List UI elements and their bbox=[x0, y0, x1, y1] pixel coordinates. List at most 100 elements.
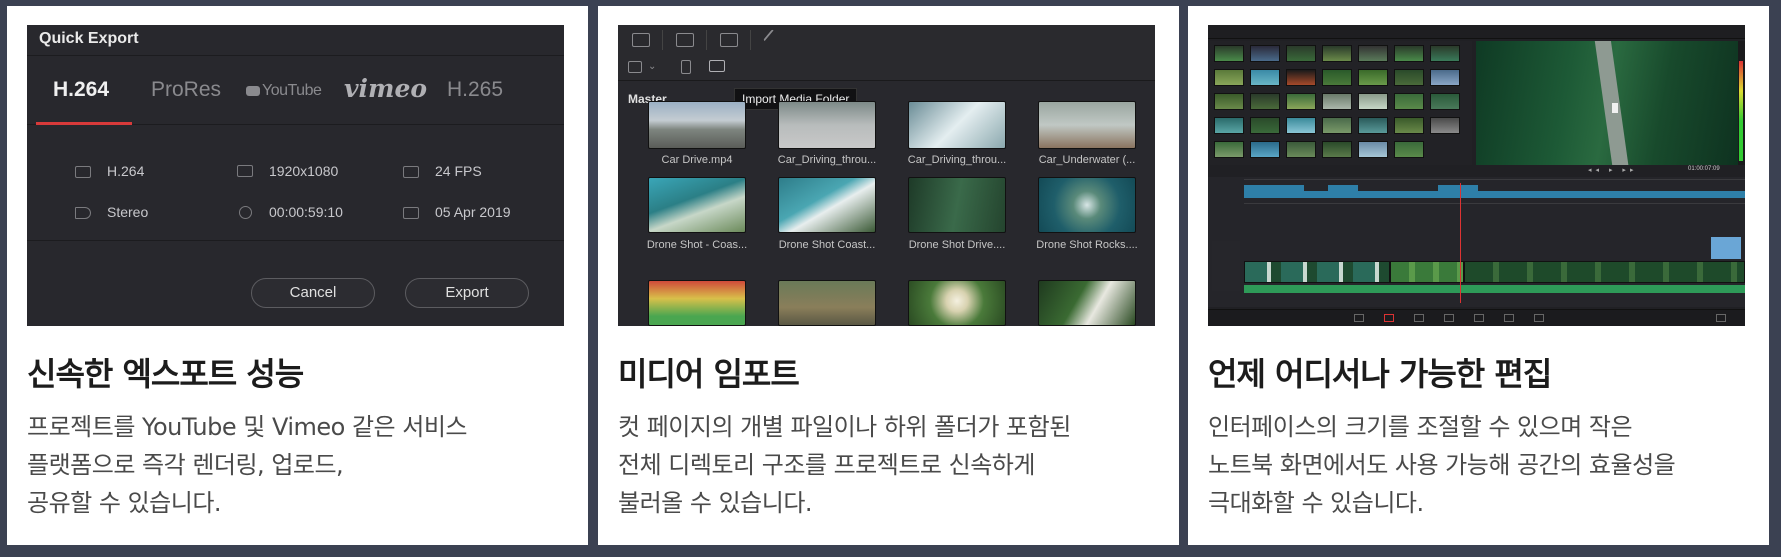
speaker-icon bbox=[75, 207, 91, 219]
clip-thumbnail[interactable] bbox=[1358, 69, 1388, 86]
fusion-page-icon[interactable] bbox=[1444, 314, 1454, 322]
clip-thumbnail[interactable] bbox=[1250, 93, 1280, 110]
transport-controls[interactable]: ◂◂ ▸ ▸▸ bbox=[1588, 166, 1637, 174]
chevron-down-icon[interactable]: ⌄ bbox=[648, 61, 656, 72]
clip-thumbnail[interactable] bbox=[1358, 117, 1388, 134]
clip-thumbnail[interactable] bbox=[908, 280, 1006, 326]
clip-thumbnail[interactable] bbox=[1430, 69, 1460, 86]
tab-vimeo[interactable]: vimeo bbox=[344, 74, 427, 103]
sync-bin-icon[interactable] bbox=[676, 33, 694, 47]
clip-thumbnail[interactable] bbox=[1394, 93, 1424, 110]
card-description: 프로젝트를 YouTube 및 Vimeo 같은 서비스 플랫폼으로 즉각 렌더… bbox=[27, 408, 572, 522]
tab-prores[interactable]: ProRes bbox=[151, 78, 221, 102]
video-clip[interactable] bbox=[1244, 261, 1390, 283]
clip-thumbnail[interactable] bbox=[1394, 117, 1424, 134]
audio-meters bbox=[1738, 41, 1745, 165]
clip-thumbnail[interactable] bbox=[908, 101, 1006, 149]
card-title: 언제 어디서나 가능한 편집 bbox=[1208, 355, 1552, 393]
fairlight-page-icon[interactable] bbox=[1504, 314, 1514, 322]
clip-thumbnail[interactable] bbox=[1214, 93, 1244, 110]
clip-thumbnail[interactable] bbox=[1214, 141, 1244, 158]
desc-line: 공유할 수 있습니다. bbox=[27, 489, 222, 517]
car-in-frame bbox=[1612, 103, 1618, 113]
audio-track[interactable] bbox=[1244, 285, 1745, 293]
audio-meter-bar bbox=[1739, 61, 1743, 161]
clip-thumbnail[interactable] bbox=[1322, 141, 1352, 158]
clip-thumbnail[interactable] bbox=[1322, 93, 1352, 110]
video-clip[interactable] bbox=[1464, 261, 1745, 283]
clip-thumbnail[interactable] bbox=[1038, 177, 1136, 233]
clip-thumbnail[interactable] bbox=[648, 101, 746, 149]
codec-icon bbox=[75, 166, 91, 178]
tab-h265[interactable]: H.265 bbox=[447, 78, 503, 102]
clip-thumbnail[interactable] bbox=[1394, 141, 1424, 158]
edit-page-icon[interactable] bbox=[1414, 314, 1424, 322]
desc-line: 컷 페이지의 개별 파일이나 하위 폴더가 포함된 bbox=[618, 413, 1071, 441]
media-pool-grid bbox=[1210, 41, 1472, 165]
clip-thumbnail[interactable] bbox=[1214, 69, 1244, 86]
media-pool-icon[interactable] bbox=[632, 33, 650, 47]
video-clip[interactable] bbox=[1390, 261, 1464, 283]
cancel-button[interactable]: Cancel bbox=[251, 278, 375, 308]
clip-thumbnail[interactable] bbox=[1358, 141, 1388, 158]
timeline-playhead[interactable] bbox=[1460, 183, 1461, 303]
fps-value: 24 FPS bbox=[435, 163, 482, 179]
clip-thumbnail[interactable] bbox=[1430, 93, 1460, 110]
panel-toggle-icon[interactable] bbox=[628, 61, 642, 73]
clip-thumbnail[interactable] bbox=[1358, 45, 1388, 62]
video-viewer[interactable] bbox=[1476, 41, 1738, 165]
clip-thumbnail[interactable] bbox=[1430, 45, 1460, 62]
titles-icon[interactable] bbox=[720, 33, 738, 47]
clip-thumbnail[interactable] bbox=[778, 280, 876, 326]
timeline-track[interactable] bbox=[1244, 191, 1745, 198]
quick-export-screenshot: Quick Export H.264 ProRes YouTube vimeo … bbox=[27, 25, 564, 326]
media-page-icon[interactable] bbox=[1354, 314, 1364, 322]
effects-wand-icon[interactable] bbox=[763, 29, 783, 49]
import-folder-icon[interactable] bbox=[709, 60, 725, 72]
clip-thumbnail[interactable] bbox=[1430, 117, 1460, 134]
clip-thumbnail[interactable] bbox=[1250, 141, 1280, 158]
tab-h264[interactable]: H.264 bbox=[53, 78, 109, 102]
clip-thumbnail[interactable] bbox=[1250, 117, 1280, 134]
clip-thumbnail[interactable] bbox=[1394, 69, 1424, 86]
clip-thumbnail[interactable] bbox=[908, 177, 1006, 233]
clip-thumbnail[interactable] bbox=[1394, 45, 1424, 62]
timeline-clip-selected[interactable] bbox=[1711, 237, 1741, 259]
clip-thumbnail[interactable] bbox=[1250, 69, 1280, 86]
desc-line: 플랫폼으로 즉각 렌더링, 업로드, bbox=[27, 451, 344, 479]
clip-thumbnail[interactable] bbox=[1358, 93, 1388, 110]
active-tab-indicator bbox=[36, 122, 132, 125]
clip-thumbnail[interactable] bbox=[648, 177, 746, 233]
home-icon[interactable] bbox=[1716, 314, 1726, 322]
clip-caption: Drone Shot Drive.... bbox=[908, 239, 1006, 251]
deliver-page-icon[interactable] bbox=[1534, 314, 1544, 322]
media-import-screenshot: ⌄ Master Import Media Folder Car Drive.m… bbox=[618, 25, 1155, 326]
clip-thumbnail[interactable] bbox=[778, 177, 876, 233]
clip-thumbnail[interactable] bbox=[1038, 280, 1136, 326]
clip-thumbnail[interactable] bbox=[1214, 45, 1244, 62]
clip-thumbnail[interactable] bbox=[1250, 45, 1280, 62]
clip-thumbnail[interactable] bbox=[1214, 117, 1244, 134]
audio-clip-thumbnail[interactable] bbox=[648, 280, 746, 326]
clip-thumbnail[interactable] bbox=[778, 101, 876, 149]
export-button[interactable]: Export bbox=[405, 278, 529, 308]
clip-thumbnail[interactable] bbox=[1286, 69, 1316, 86]
divider bbox=[27, 240, 564, 241]
clip-thumbnail[interactable] bbox=[1286, 141, 1316, 158]
clip-thumbnail[interactable] bbox=[1322, 45, 1352, 62]
clip-thumbnail[interactable] bbox=[1286, 45, 1316, 62]
clip-thumbnail[interactable] bbox=[1322, 69, 1352, 86]
tab-youtube[interactable]: YouTube bbox=[246, 82, 322, 100]
resolution-value: 1920x1080 bbox=[269, 163, 339, 179]
clip-thumbnail[interactable] bbox=[1286, 93, 1316, 110]
import-media-icon[interactable] bbox=[681, 60, 691, 74]
timeline[interactable] bbox=[1208, 177, 1745, 307]
clip-thumbnail[interactable] bbox=[1038, 101, 1136, 149]
clip-thumbnail[interactable] bbox=[1286, 117, 1316, 134]
clock-icon bbox=[239, 206, 252, 219]
cut-page-icon[interactable] bbox=[1384, 314, 1394, 322]
date-value: 05 Apr 2019 bbox=[435, 204, 511, 220]
desc-line: 프로젝트를 YouTube 및 Vimeo 같은 서비스 bbox=[27, 413, 468, 441]
color-page-icon[interactable] bbox=[1474, 314, 1484, 322]
clip-thumbnail[interactable] bbox=[1322, 117, 1352, 134]
